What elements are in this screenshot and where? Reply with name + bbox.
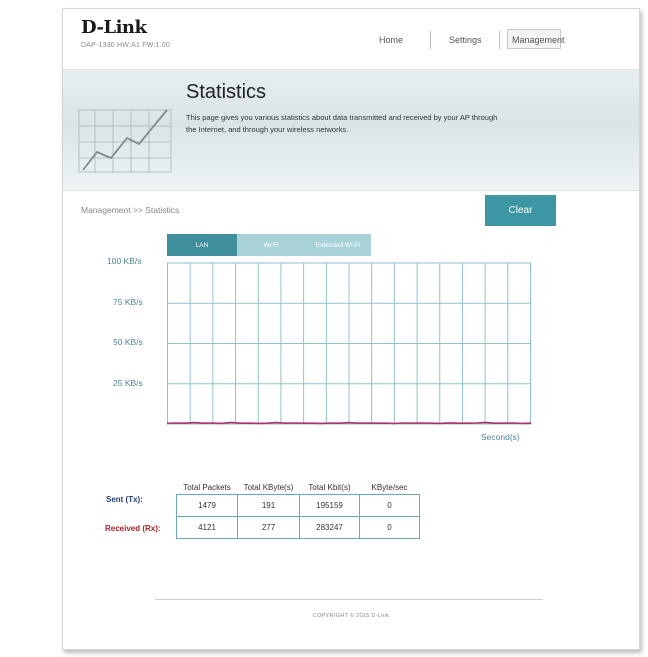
traffic-chart: [167, 262, 531, 425]
brand-logo[interactable]: D-Link: [81, 17, 147, 38]
nav-management[interactable]: Management: [512, 35, 565, 45]
model-info: DAP-1330 HW:A1 FW:1.00: [81, 42, 170, 49]
tab-wifi[interactable]: Wi-Fi: [237, 234, 305, 256]
page-banner: Statistics This page gives you various s…: [63, 70, 639, 191]
table-cell: 1479: [176, 494, 238, 517]
column-header: Total Packets: [183, 483, 231, 492]
tab-lan[interactable]: LAN: [167, 234, 237, 256]
copyright-text: COPYRIGHT © 2015 D-Link: [312, 613, 390, 619]
y-tick-label: 25 KB/s: [113, 378, 143, 388]
footer-divider: [155, 599, 543, 600]
nav-settings[interactable]: Settings: [449, 35, 482, 45]
nav-separator: [430, 31, 431, 49]
x-axis-label: Second(s): [481, 432, 520, 442]
tab-extended-wifi[interactable]: Extended Wi-Fi: [305, 234, 371, 256]
table-cell: 0: [359, 516, 420, 539]
nav-separator: [499, 31, 500, 49]
table-cell: 277: [237, 516, 300, 539]
breadcrumb: Management >> Statistics: [81, 205, 180, 215]
y-tick-label: 100 KB/s: [107, 256, 142, 266]
statistics-chart-icon: [78, 109, 172, 173]
table-row: 1479 191 195159 0: [176, 494, 420, 517]
y-tick-label: 75 KB/s: [113, 297, 143, 307]
clear-button[interactable]: Clear: [485, 195, 556, 226]
row-label-received: Received (Rx):: [105, 524, 161, 533]
table-cell: 191: [237, 494, 300, 517]
table-cell: 4121: [176, 516, 238, 539]
app-window: D-Link DAP-1330 HW:A1 FW:1.00 Home Setti…: [62, 8, 640, 650]
page-title: Statistics: [186, 81, 267, 103]
column-header: Total Kbit(s): [308, 483, 351, 492]
column-header: Total KByte(s): [243, 483, 294, 492]
y-tick-label: 50 KB/s: [113, 337, 143, 347]
series-line: [167, 421, 531, 425]
header: D-Link DAP-1330 HW:A1 FW:1.00 Home Setti…: [63, 9, 639, 70]
chart-grid: [167, 262, 531, 425]
table-cell: 283247: [299, 516, 360, 539]
table-cell: 195159: [299, 494, 360, 517]
row-label-sent: Sent (Tx):: [106, 495, 143, 504]
table-cell: 0: [359, 494, 420, 517]
column-header: KByte/sec: [371, 483, 408, 492]
page-description: This page gives you various statistics a…: [186, 113, 498, 134]
nav-home[interactable]: Home: [379, 35, 403, 45]
statistics-table: Total Packets Total KByte(s) Total Kbit(…: [176, 483, 420, 539]
table-row: 4121 277 283247 0: [176, 516, 420, 539]
